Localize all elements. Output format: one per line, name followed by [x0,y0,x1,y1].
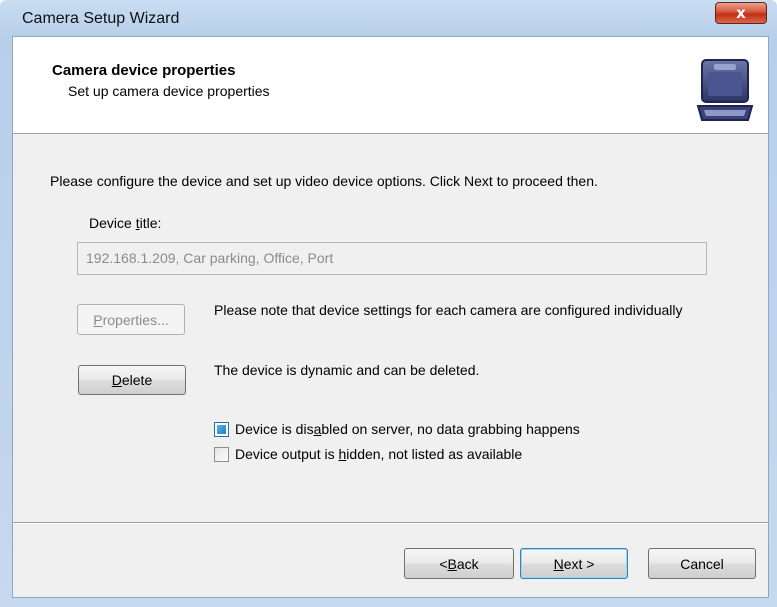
disabled-on-server-label: Device is disabled on server, no data gr… [235,421,580,437]
instruction-text: Please configure the device and set up v… [50,173,598,189]
output-hidden-option[interactable]: Device output is hidden, not listed as a… [214,446,522,462]
disabled-on-server-option[interactable]: Device is disabled on server, no data gr… [214,421,580,437]
output-hidden-checkbox[interactable] [214,446,229,462]
cancel-button[interactable]: Cancel [648,548,756,579]
output-hidden-label: Device output is hidden, not listed as a… [235,446,523,462]
properties-note: Please note that device settings for eac… [214,302,683,318]
next-button[interactable]: Next > [520,548,628,579]
window-title: Camera Setup Wizard [22,10,180,27]
properties-button[interactable]: Properties... [77,304,185,335]
device-title-label: Device title: [89,215,162,231]
camera-case-icon [696,59,754,121]
header-subtitle: Set up camera device properties [68,83,270,99]
device-title-field[interactable]: 192.168.1.209, Car parking, Office, Port [77,242,707,275]
header-title: Camera device properties [52,62,236,79]
title-bar[interactable]: Camera Setup Wizard x [0,0,777,36]
delete-button[interactable]: Delete [78,365,186,395]
window-frame: Camera Setup Wizard x Camera device prop… [0,0,777,607]
back-button[interactable]: < Back [404,548,514,579]
close-button[interactable]: x [715,2,767,24]
wizard-page: Camera device properties Set up camera d… [12,36,769,598]
dynamic-note: The device is dynamic and can be deleted… [214,362,480,378]
disabled-on-server-checkbox[interactable] [214,421,229,437]
wizard-header: Camera device properties Set up camera d… [13,37,768,134]
close-icon: x [736,4,746,22]
